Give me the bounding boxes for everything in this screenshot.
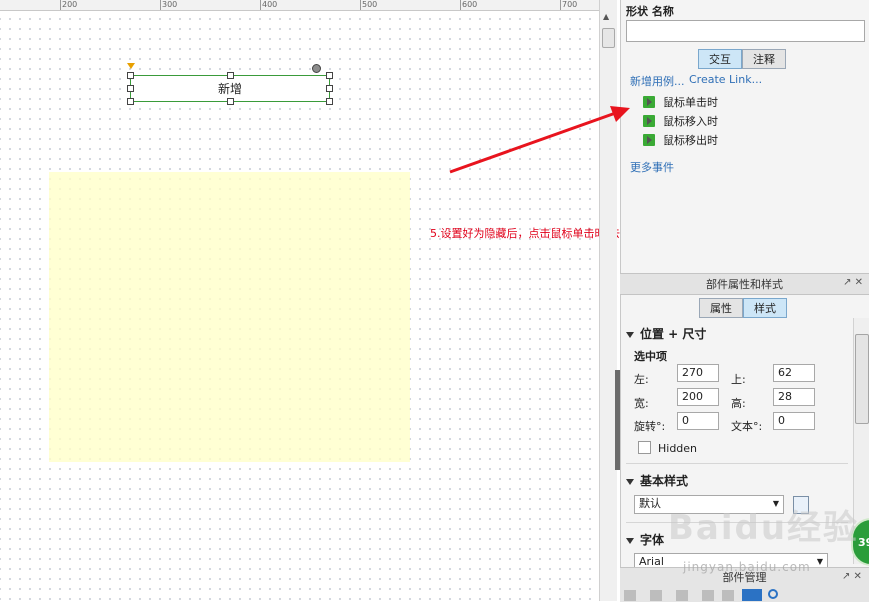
tutorial-arrow bbox=[449, 106, 630, 174]
